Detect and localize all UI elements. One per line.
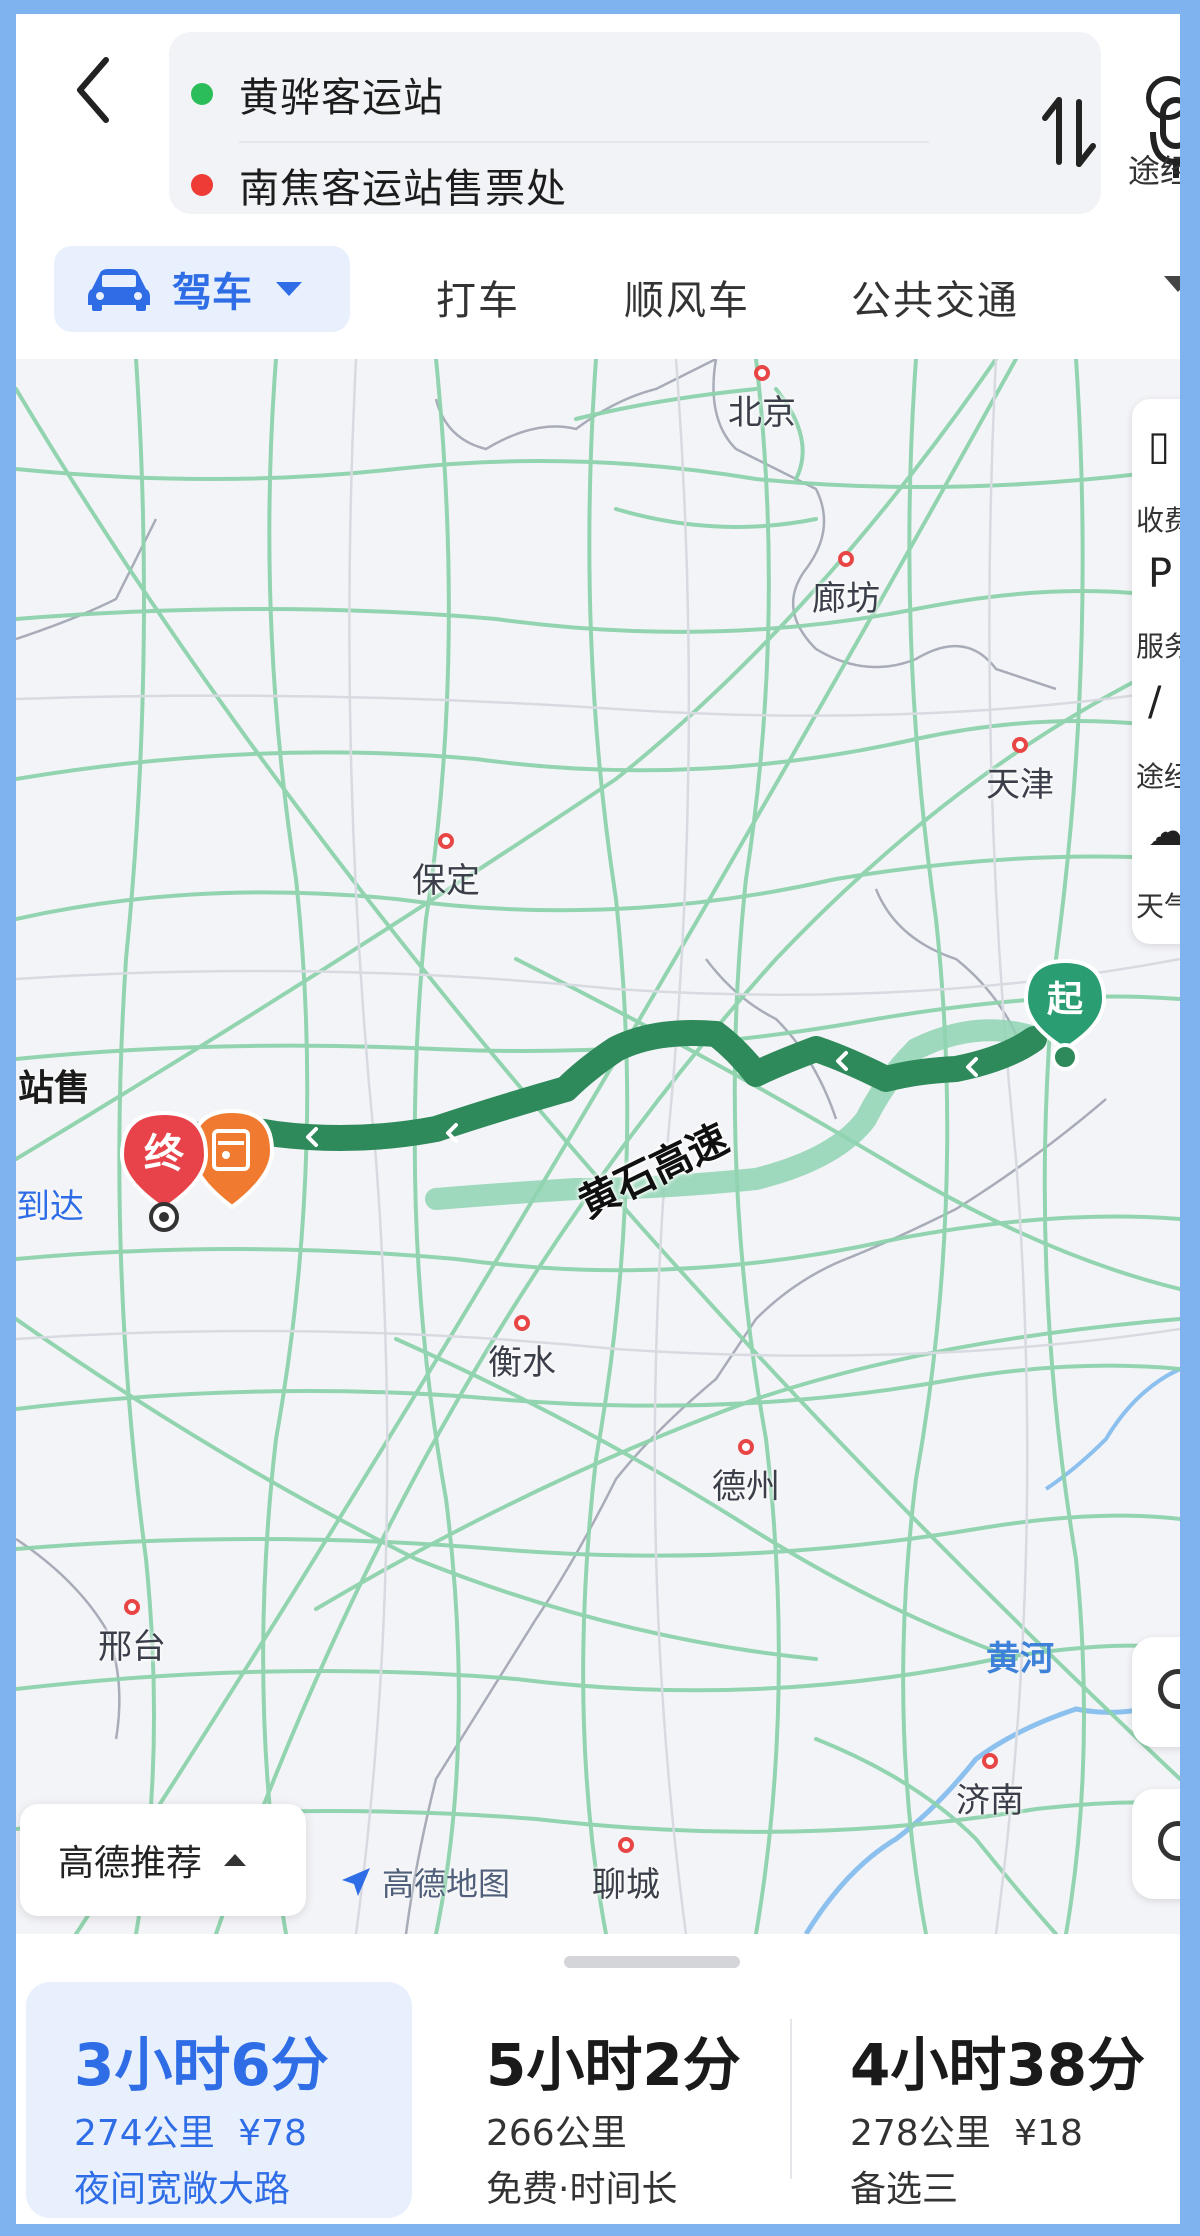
route-preference-label: 高德推荐 [58,1843,203,1884]
transport-mode-tabs: 驾车 打车 顺风车 公共交通 [16,246,1180,346]
tab-taxi[interactable]: 打车 [436,268,520,326]
app-frame: 黄骅客运站 南焦客运站售票处 途经 驾车 打车 顺风车 公共交通 北京 廊坊 天… [16,14,1180,2224]
river-label: 黄河 [986,1639,1054,1679]
destination-text: 南焦客运站售票处 [239,166,567,212]
waypoint-icon [1146,76,1180,120]
map-view[interactable]: 北京 廊坊 天津 保定 衡水 德州 邢台 济南 聊城 黄河 黄石高速 站售 到达… [16,359,1180,1934]
route-divider [239,141,929,143]
route-distance-cost: 278公里 ¥18 [850,2104,1083,2156]
destination-dot-icon [191,174,213,196]
tab-carpool[interactable]: 顺风车 [624,268,750,326]
city-tianjin: 天津 [986,737,1054,806]
origin-text: 黄骅客运站 [239,75,444,121]
route-note: 备选三 [850,2169,959,2210]
sheet-handle[interactable] [564,1956,740,1968]
amap-logo-text: 高德地图 [382,1865,511,1903]
more-modes-icon[interactable] [1164,276,1180,292]
city-pin-icon [754,365,770,381]
map-tools-panel: ▯ 收费 P 服务 / 途经 ☁ 天气 [1132,399,1180,944]
waypoint-label: 途经 [1128,152,1180,190]
add-waypoint-button[interactable]: 途经 [1126,64,1180,204]
start-pin-icon: 起 [1023,958,1107,1071]
city-baoding: 保定 [412,833,480,902]
locate-icon [1158,1821,1180,1861]
city-pin-icon [738,1439,754,1455]
route-distance: 278公里 [850,2113,991,2154]
end-pin-icon: 终 [119,1110,209,1232]
waypoint-tool-icon[interactable]: / [1148,679,1161,725]
arrive-edge-label: 到达 [16,1187,84,1227]
tab-drive[interactable]: 驾车 [54,246,350,332]
city-pin-icon [982,1753,998,1769]
route-option-2[interactable]: 5小时2分 266公里 免费·时间长 [436,1982,776,2218]
city-beijing: 北京 [728,365,796,434]
city-pin-icon [514,1315,530,1331]
route-note: 免费·时间长 [486,2169,678,2210]
route-distance: 266公里 [486,2113,627,2154]
layers-icon [1158,1669,1180,1709]
end-marker[interactable]: 终 [116,1109,212,1233]
route-cost: ¥18 [1014,2113,1083,2154]
city-dezhou: 德州 [712,1439,780,1508]
service-tool-label[interactable]: 服务 [1136,625,1180,665]
route-cost: ¥78 [238,2113,307,2154]
route-option-1[interactable]: 3小时6分 274公里 ¥78 夜间宽敞大路 [26,1982,412,2218]
city-hengshui: 衡水 [488,1315,556,1384]
option-separator [790,2019,792,2179]
route-time: 4小时38分 [850,2031,1146,2099]
city-pin-icon [618,1837,634,1853]
route-option-3[interactable]: 4小时38分 278公里 ¥18 备选三 [792,1982,1180,2218]
route-input-box: 黄骅客运站 南焦客运站售票处 [169,32,1180,215]
locate-button[interactable] [1132,1789,1180,1899]
route-distance: 274公里 [74,2113,215,2154]
city-xingtai: 邢台 [98,1599,166,1668]
toll-tool-label[interactable]: 收费 [1136,499,1180,539]
city-liaocheng: 聊城 [592,1837,660,1906]
origin-dot-icon [191,83,213,105]
city-pin-icon [124,1599,140,1615]
route-distance-cost: 266公里 [486,2104,627,2156]
weather-tool-label[interactable]: 天气 [1136,885,1180,925]
service-area-icon[interactable]: P [1148,551,1172,597]
city-langfang: 廊坊 [812,551,880,620]
caret-up-icon [224,1854,247,1866]
route-options-sheet: 3小时6分 274公里 ¥78 夜间宽敞大路 5小时2分 266公里 免费·时间… [16,1934,1180,2224]
chevron-left-icon [77,57,109,123]
header: 黄骅客运站 南焦客运站售票处 途经 驾车 打车 顺风车 公共交通 [16,14,1180,359]
start-marker-text: 起 [1047,979,1084,1020]
tab-drive-label: 驾车 [172,270,252,316]
route-note: 夜间宽敞大路 [74,2169,291,2210]
destination-edge-label: 站售 [18,1068,91,1109]
amap-arrow-icon [342,1868,370,1896]
back-button[interactable] [66,50,126,130]
swap-icon [1042,97,1096,167]
toll-tool-icon[interactable]: ▯ [1148,423,1170,469]
destination-field[interactable]: 南焦客运站售票处 [191,155,567,215]
waypoint-tool-label[interactable]: 途经 [1136,755,1180,795]
city-pin-icon [838,551,854,567]
route-preference-button[interactable]: 高德推荐 [20,1804,306,1916]
amap-logo: 高德地图 [338,1859,510,1905]
end-marker-text: 终 [144,1131,185,1177]
tab-public-transit[interactable]: 公共交通 [851,268,1019,326]
weather-icon[interactable]: ☁ [1148,809,1180,855]
city-pin-icon [438,833,454,849]
route-time: 5小时2分 [486,2031,741,2099]
origin-field[interactable]: 黄骅客运站 [191,64,444,124]
map-control-button[interactable] [1132,1637,1180,1747]
swap-route-button[interactable] [1039,92,1099,172]
city-jinan: 济南 [956,1753,1024,1822]
route-distance-cost: 274公里 ¥78 [74,2104,307,2156]
caret-down-icon [276,282,302,296]
car-icon [88,269,150,311]
route-time: 3小时6分 [74,2031,329,2099]
start-marker[interactable]: 起 [1022,957,1108,1073]
city-pin-icon [1012,737,1028,753]
